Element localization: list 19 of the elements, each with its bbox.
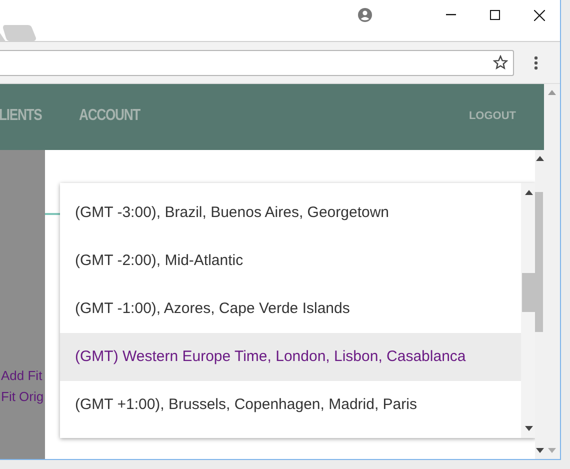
scroll-down-icon[interactable] xyxy=(524,426,532,431)
timezone-option[interactable]: (GMT +1:00), Brussels, Copenhagen, Madrid, Paris xyxy=(60,381,521,429)
scroll-up-icon[interactable] xyxy=(524,190,532,195)
timezone-option[interactable]: (GMT -1:00), Azores, Cape Verde Islands xyxy=(60,285,521,333)
menu-icon[interactable] xyxy=(534,56,538,70)
timezone-option[interactable]: (GMT) Western Europe Time, London, Lisbon, Casablanca xyxy=(60,333,521,381)
scrollbar[interactable] xyxy=(521,183,536,438)
scrollbar[interactable] xyxy=(535,150,544,459)
address-field[interactable] xyxy=(0,50,514,76)
close-icon[interactable] xyxy=(534,10,545,20)
scrollbar-thumb[interactable] xyxy=(522,273,535,312)
maximize-icon[interactable] xyxy=(490,10,500,20)
scroll-up-icon[interactable] xyxy=(536,156,544,161)
star-icon[interactable] xyxy=(493,55,508,70)
timezone-option[interactable]: (GMT -3:00), Brazil, Buenos Aires, Georgetown xyxy=(60,189,521,237)
timezone-option[interactable]: (GMT -2:00), Mid-Atlantic xyxy=(60,237,521,285)
profile-icon[interactable] xyxy=(358,8,372,22)
scrollbar-thumb[interactable] xyxy=(535,192,543,332)
minimize-icon[interactable] xyxy=(446,14,456,16)
